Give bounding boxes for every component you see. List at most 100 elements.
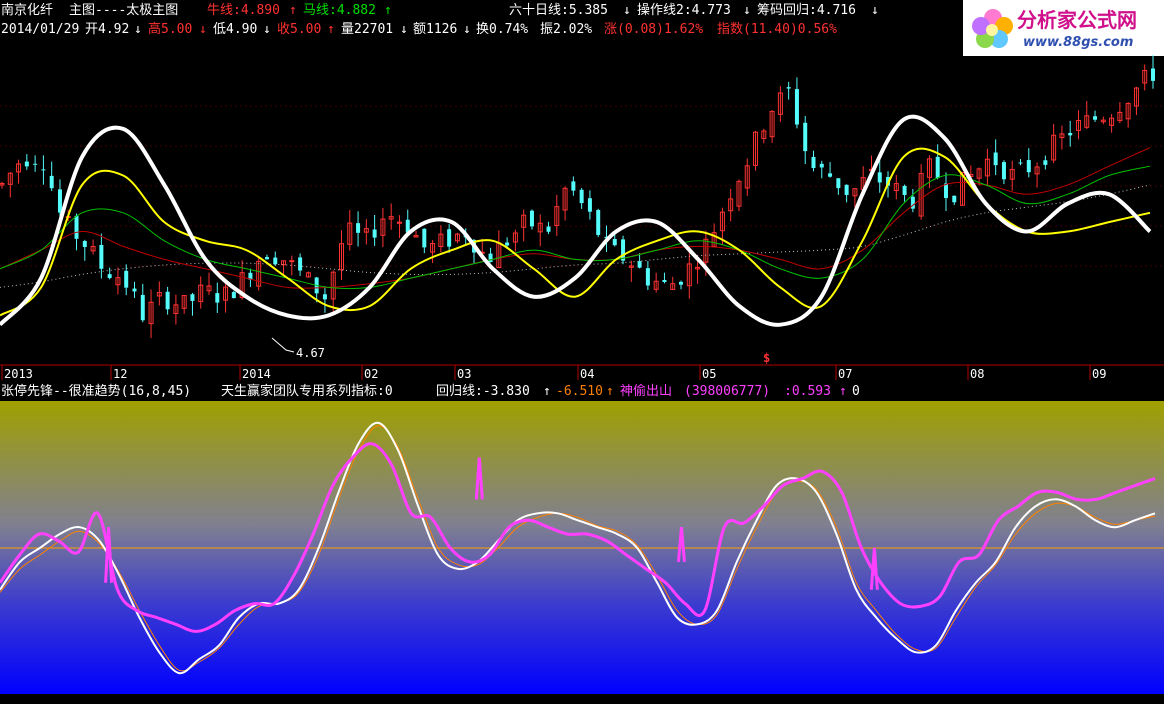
candlestick [910,188,915,213]
x-tick-label: 2014 [242,367,271,381]
candlestick [1109,114,1115,133]
candlestick [579,187,584,209]
candlestick [156,281,162,306]
candlestick [1001,160,1006,185]
candlestick [107,267,112,280]
candlestick [628,260,634,282]
candlestick [24,154,29,170]
candlestick [761,128,767,144]
x-tick-label: 03 [457,367,471,381]
candlestick [215,282,220,313]
candlestick [7,172,13,198]
candlestick [322,286,327,313]
candlestick [1084,100,1090,130]
candlestick [1117,102,1123,124]
candlestick [430,240,436,264]
candlestick [305,271,311,278]
candlestick [512,229,518,252]
series-line-1 [0,114,1152,327]
candlestick [388,203,394,230]
candlestick [736,179,742,212]
candlestick [16,159,22,184]
candlestick [1133,86,1139,116]
x-tick-label: 12 [113,367,127,381]
candlestick [554,194,560,237]
candlestick [90,239,96,255]
candlestick [330,270,336,313]
indicator-lines [0,114,1152,327]
candlestick [140,283,145,323]
indicator-tail: 0 [852,384,860,399]
candlestick [181,295,187,314]
candlestick [596,208,601,238]
candlestick [786,81,791,100]
candlestick [728,188,734,222]
x-tick-label: 07 [838,367,852,381]
candlestick [1026,148,1031,178]
candlestick [546,221,551,235]
candlestick [173,294,179,325]
candlestick [41,155,46,185]
signal-marker: $ [763,351,770,365]
candlestick [1051,123,1057,164]
candlestick [363,219,369,245]
candlestick [49,161,54,192]
stock-chart-window: 南京化纤 主图----太极主图 牛线:4.890 ↑ 马线:4.882 ↑ 六十… [0,0,1164,704]
qq-label: (398006777) [684,384,771,399]
candlestick [844,184,849,203]
candlestick [943,172,948,211]
candlestick [984,148,990,187]
x-tick-label: 09 [1092,367,1106,381]
candlestick [165,286,170,315]
regression-line2-label: -6.510 [556,384,603,399]
candlestick [952,195,957,205]
candlestick [1018,159,1023,166]
shentou-label: 神偷出山 [620,384,673,399]
candlestick [794,77,799,129]
candlestick [1151,54,1155,89]
candlestick [645,260,650,291]
x-axis-ticks: 2013 12 2014 02 03 04 05 07 08 09 [1,365,1106,381]
candlestick [918,164,924,220]
candlestick [811,150,816,172]
candlestick [902,184,907,202]
candlestick [670,276,676,290]
candlestick [537,214,543,247]
indicator-header: 张停先锋--很准趋势(16,8,45) 天生赢家团队专用系列指标:0 回归线:-… [0,383,1164,401]
candlestick [893,175,899,200]
candlestick [413,230,419,238]
candlestick [1068,120,1073,147]
shentou-value: :0.593 [784,384,831,399]
up-arrow-icon: ↑ [543,384,551,399]
candlestick [0,181,5,189]
candlestick [662,272,667,284]
candlestick [339,230,345,280]
candlestick [454,232,460,244]
candlestick [206,272,212,295]
x-tick-label: 2013 [4,367,33,381]
candlestick [836,178,841,195]
candlestick [562,186,568,221]
candlestick [356,211,361,247]
x-tick-label: 08 [970,367,984,381]
candlestick [828,162,833,178]
candlestick [190,292,195,316]
low-annotation: 4.67 [296,346,325,360]
indicator-chart [0,401,1164,694]
candlestick [82,239,87,261]
candlestick [372,215,377,246]
candlestick [529,209,534,230]
candlestick [935,144,940,180]
indicator-name: 张停先锋--很准趋势(16,8,45) [1,384,192,399]
candlestick [223,283,229,313]
candlestick [1075,110,1081,140]
bottom-border [0,694,1164,704]
candlestick [1100,116,1106,125]
candlestick [521,209,527,242]
candlestick [447,224,452,253]
candlestick [803,115,808,165]
candlestick [653,272,659,293]
candlestick [679,280,684,290]
candlestick [587,190,592,220]
candlestick [33,155,38,172]
